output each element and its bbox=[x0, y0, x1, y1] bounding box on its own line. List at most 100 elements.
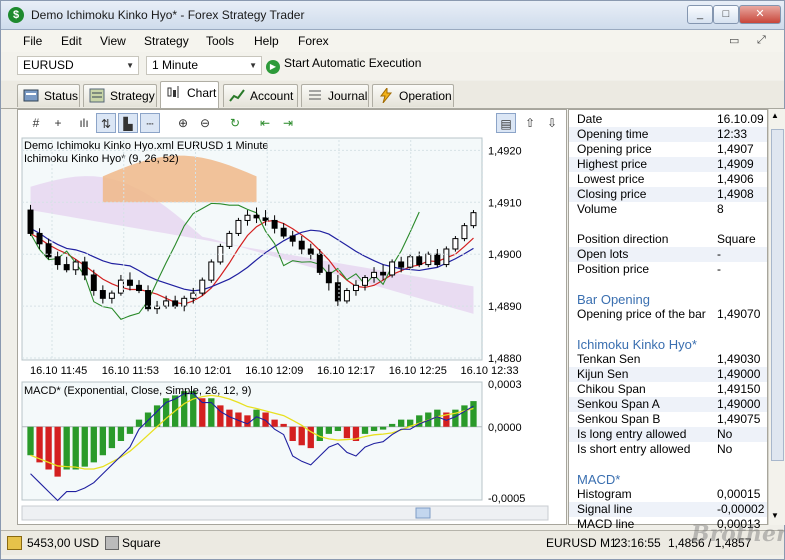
info-value: 1,4906 bbox=[717, 172, 754, 186]
macd-histogram-bar bbox=[289, 426, 296, 441]
info-key: Chikou Span bbox=[577, 382, 646, 396]
journal-icon bbox=[309, 90, 321, 100]
info-row: Senkou Span A 1,49000 bbox=[569, 397, 767, 412]
horizontal-scrollbar[interactable] bbox=[21, 505, 549, 521]
candle-body bbox=[343, 290, 350, 302]
candle-body bbox=[380, 271, 387, 276]
macd-histogram-bar bbox=[54, 426, 61, 477]
info-section-heading: Bar Opening bbox=[577, 292, 650, 307]
info-panel-icon[interactable]: ▤ bbox=[496, 113, 516, 133]
menu-view[interactable]: View bbox=[100, 34, 126, 48]
macd-histogram-bar bbox=[126, 426, 134, 434]
candle-body bbox=[99, 290, 106, 299]
info-panel: Date 16.10.09 Opening time 12:33 Opening pri… bbox=[568, 109, 768, 531]
info-value: 1,49070 bbox=[717, 307, 761, 321]
info-key: Is long entry allowed bbox=[577, 427, 687, 441]
info-key: MACD line bbox=[577, 517, 635, 531]
info-row: Histogram 0,00015 bbox=[569, 487, 767, 502]
position-price-icon[interactable]: ┄ bbox=[140, 113, 160, 133]
time-tick-label: 16.10 12:33 bbox=[460, 365, 518, 377]
candle-body bbox=[54, 256, 61, 266]
scroll-down-arrow-icon[interactable]: ▼ bbox=[771, 511, 779, 520]
menu-edit[interactable]: Edit bbox=[61, 34, 82, 48]
scrollbar-thumb[interactable] bbox=[771, 129, 784, 461]
chart-icon bbox=[167, 86, 179, 98]
status-icon bbox=[23, 89, 39, 102]
macd-histogram-bar bbox=[298, 426, 305, 446]
candle-body bbox=[389, 261, 396, 276]
candle-body bbox=[72, 261, 79, 271]
info-key: Volume bbox=[577, 202, 618, 216]
info-value: 0,00015 bbox=[717, 487, 761, 501]
info-value: No bbox=[717, 442, 733, 456]
info-row: Kijun Sen 1,49000 bbox=[569, 367, 767, 382]
scrollbar-thumb[interactable] bbox=[415, 507, 431, 519]
info-key: Histogram bbox=[577, 487, 632, 501]
info-row: Open lots - bbox=[569, 247, 767, 262]
orders-icon[interactable]: ⇅ bbox=[96, 113, 116, 133]
menu-help[interactable]: Help bbox=[254, 34, 279, 48]
candle-body bbox=[244, 214, 251, 221]
info-value: 1,49000 bbox=[717, 397, 761, 411]
candle-body bbox=[253, 214, 260, 219]
trade-long-icon[interactable]: ⇤ bbox=[255, 113, 275, 133]
info-value: 12:33 bbox=[717, 127, 748, 141]
refresh-icon[interactable]: ↻ bbox=[225, 113, 245, 133]
menu-file[interactable]: File bbox=[23, 34, 42, 48]
info-key: Lowest price bbox=[577, 172, 645, 186]
candle-body bbox=[172, 300, 179, 307]
candle-body bbox=[325, 271, 332, 284]
tab-journal[interactable]: Journal bbox=[301, 84, 369, 107]
candle-body bbox=[235, 219, 242, 234]
tab-chart[interactable]: Chart bbox=[160, 81, 219, 108]
close-button[interactable]: ✕ bbox=[739, 5, 781, 24]
tab-strategy[interactable]: Strategy bbox=[83, 84, 157, 107]
info-key: Opening time bbox=[577, 127, 649, 141]
symbol-select[interactable]: EURUSD ▼ bbox=[17, 56, 139, 75]
info-value: 1,49030 bbox=[717, 352, 761, 366]
scroll-down-icon[interactable]: ⇩ bbox=[542, 113, 562, 133]
play-icon: ▶ bbox=[266, 60, 280, 74]
balance-icon bbox=[7, 536, 22, 550]
tab-status[interactable]: Status bbox=[17, 84, 80, 107]
candle-body bbox=[117, 279, 124, 294]
zoom-out-icon[interactable]: ⊖ bbox=[195, 113, 215, 133]
tab-account[interactable]: Account bbox=[223, 84, 298, 107]
macd-histogram-bar bbox=[271, 419, 278, 427]
minimize-button[interactable]: _ bbox=[687, 5, 713, 24]
candle-body bbox=[163, 300, 170, 307]
candle-body bbox=[126, 279, 133, 286]
info-row: Closing price 1,4908 bbox=[569, 187, 767, 202]
info-value: - bbox=[717, 262, 721, 276]
tab-label: Account bbox=[250, 89, 294, 103]
tab-operation[interactable]: Operation bbox=[372, 84, 454, 107]
start-automatic-execution-button[interactable]: ▶ Start Automatic Execution bbox=[266, 56, 421, 74]
info-key: Signal line bbox=[577, 502, 633, 516]
period-select[interactable]: 1 Minute ▼ bbox=[146, 56, 262, 75]
trade-short-icon[interactable]: ⇥ bbox=[278, 113, 298, 133]
menu-tools[interactable]: Tools bbox=[206, 34, 234, 48]
feedback-icon[interactable]: ▭ bbox=[729, 34, 739, 47]
grid-toggle-icon[interactable]: # bbox=[26, 113, 46, 133]
scroll-up-icon[interactable]: ⇧ bbox=[520, 113, 540, 133]
info-key: Date bbox=[577, 112, 603, 126]
info-scrollbar[interactable]: ▲ ▼ bbox=[768, 109, 785, 525]
time-tick-label: 16.10 12:25 bbox=[389, 365, 447, 377]
position-status: Square bbox=[122, 536, 161, 550]
zoom-in-icon[interactable]: ⊕ bbox=[173, 113, 193, 133]
candle-body bbox=[307, 248, 314, 255]
menu-strategy[interactable]: Strategy bbox=[144, 34, 189, 48]
scroll-up-arrow-icon[interactable]: ▲ bbox=[771, 111, 779, 120]
maximize-button[interactable]: □ bbox=[713, 5, 739, 24]
crosshair-icon[interactable]: + bbox=[48, 113, 68, 133]
candle-body bbox=[470, 212, 477, 227]
macd-histogram-bar bbox=[334, 426, 342, 432]
volume-icon[interactable]: ılı bbox=[74, 113, 94, 133]
position-lots-icon[interactable]: ▙ bbox=[118, 113, 138, 133]
operation-icon bbox=[380, 88, 393, 103]
fullscreen-icon[interactable]: ⤢ bbox=[757, 34, 766, 47]
menu-forex[interactable]: Forex bbox=[298, 34, 329, 48]
info-key: Open lots bbox=[577, 247, 629, 261]
info-row: Date 16.10.09 bbox=[569, 112, 767, 127]
info-key: Position price bbox=[577, 262, 650, 276]
